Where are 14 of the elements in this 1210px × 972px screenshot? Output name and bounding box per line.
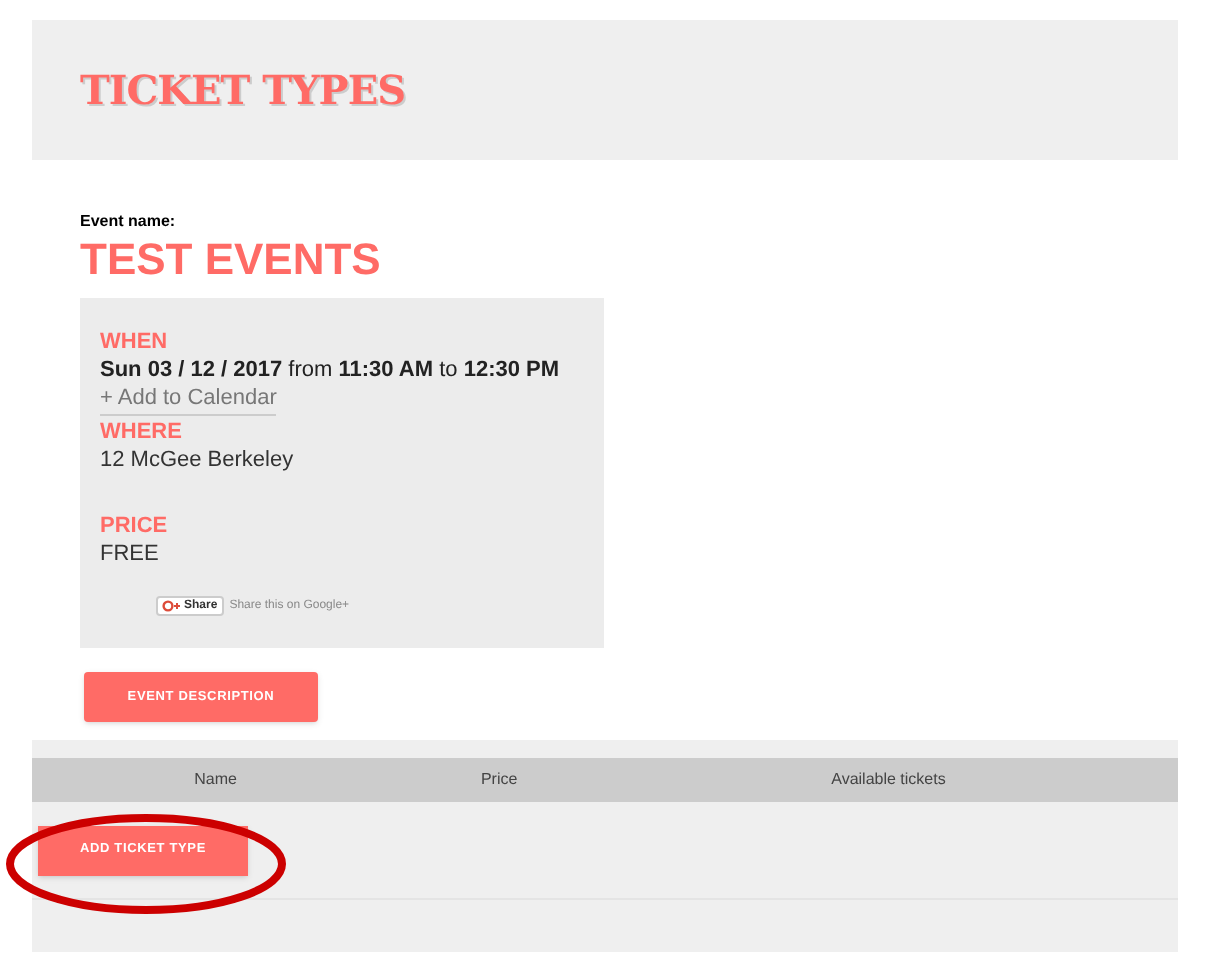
- event-name: TEST EVENTS: [80, 234, 383, 286]
- where-label: WHERE: [100, 420, 184, 446]
- event-price: FREE: [100, 540, 161, 568]
- column-header: Price: [478, 768, 520, 792]
- event-name-label: Event name:: [80, 210, 178, 234]
- event-location: 12 McGee Berkeley: [100, 446, 296, 474]
- when-label: WHEN: [100, 330, 170, 356]
- column-header: Name: [192, 768, 239, 792]
- google-plus-icon: [162, 600, 180, 612]
- column-header: Available tickets: [829, 768, 948, 792]
- price-label: PRICE: [100, 514, 170, 540]
- page-title: TICKET TYPES: [80, 64, 406, 118]
- event-date-time: Sun 03 / 12 / 2017 from 11:30 AM to 12:30 PM: [100, 356, 562, 384]
- add-to-calendar-link[interactable]: + Add to Calendar: [100, 384, 277, 416]
